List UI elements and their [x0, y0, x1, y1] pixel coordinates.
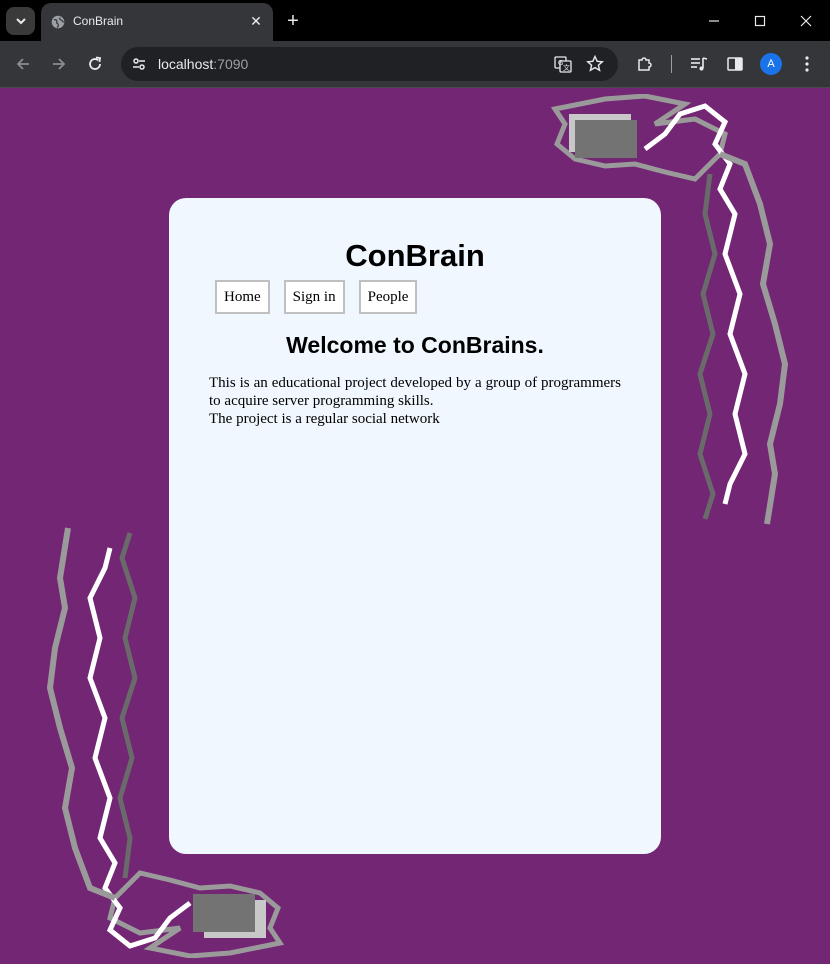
- nav-home-link[interactable]: Home: [215, 280, 270, 314]
- page-viewport: ConBrain Home Sign in People Welcome to …: [0, 88, 830, 964]
- reload-button[interactable]: [83, 52, 107, 76]
- address-bar[interactable]: localhost:7090 G文: [121, 47, 618, 81]
- star-icon: [586, 55, 604, 72]
- url-port: :7090: [213, 56, 249, 72]
- back-button[interactable]: [11, 52, 35, 76]
- main-card: ConBrain Home Sign in People Welcome to …: [169, 198, 661, 854]
- globe-icon: [51, 15, 65, 29]
- tune-icon: [133, 58, 145, 70]
- media-controls-button[interactable]: [688, 53, 710, 75]
- site-title: ConBrain: [345, 238, 485, 273]
- browser-tab[interactable]: ConBrain ✕: [41, 3, 273, 41]
- browser-menu-button[interactable]: [796, 53, 818, 75]
- tab-title: ConBrain: [73, 14, 124, 28]
- minimize-icon: [709, 20, 719, 22]
- forward-button[interactable]: [47, 52, 71, 76]
- profile-avatar[interactable]: A: [760, 53, 782, 75]
- bookmark-button[interactable]: [586, 55, 604, 73]
- svg-text:文: 文: [563, 63, 570, 72]
- close-icon: [800, 15, 812, 27]
- translate-button[interactable]: G文: [554, 55, 572, 73]
- site-nav: Home Sign in People: [215, 280, 418, 314]
- maximize-button[interactable]: [747, 8, 773, 34]
- new-tab-button[interactable]: +: [282, 10, 304, 32]
- welcome-heading: Welcome to ConBrains.: [286, 332, 544, 358]
- translate-icon: G文: [554, 56, 572, 73]
- url-text[interactable]: localhost:7090: [158, 56, 248, 72]
- project-description: This is an educational project developed…: [209, 374, 621, 428]
- minimize-button[interactable]: [701, 8, 727, 34]
- extensions-button[interactable]: [634, 53, 656, 75]
- side-panel-icon: [727, 57, 743, 71]
- maximize-icon: [754, 15, 766, 27]
- reload-icon: [89, 56, 102, 70]
- browser-toolbar: localhost:7090 G文 A: [0, 41, 830, 88]
- playlist-music-icon: [691, 57, 708, 71]
- puzzle-icon: [638, 57, 652, 71]
- arrow-left-icon: [16, 58, 29, 70]
- nav-people-link[interactable]: People: [358, 280, 418, 314]
- tab-search-button[interactable]: [6, 7, 35, 35]
- chevron-down-icon: [15, 18, 26, 25]
- description-paragraph: This is an educational project developed…: [209, 375, 621, 409]
- browser-titlebar: ConBrain ✕ +: [0, 0, 830, 41]
- toolbar-separator: [671, 55, 672, 73]
- url-host: localhost: [158, 56, 214, 72]
- description-paragraph-2: The project is a regular social network: [209, 411, 440, 427]
- close-window-button[interactable]: [793, 8, 819, 34]
- side-panel-button[interactable]: [724, 53, 746, 75]
- close-tab-icon[interactable]: ✕: [247, 12, 265, 30]
- nav-sign-in-link[interactable]: Sign in: [283, 280, 345, 314]
- arrow-right-icon: [53, 58, 66, 70]
- site-info-button[interactable]: [130, 55, 148, 73]
- more-vert-icon: [805, 56, 809, 72]
